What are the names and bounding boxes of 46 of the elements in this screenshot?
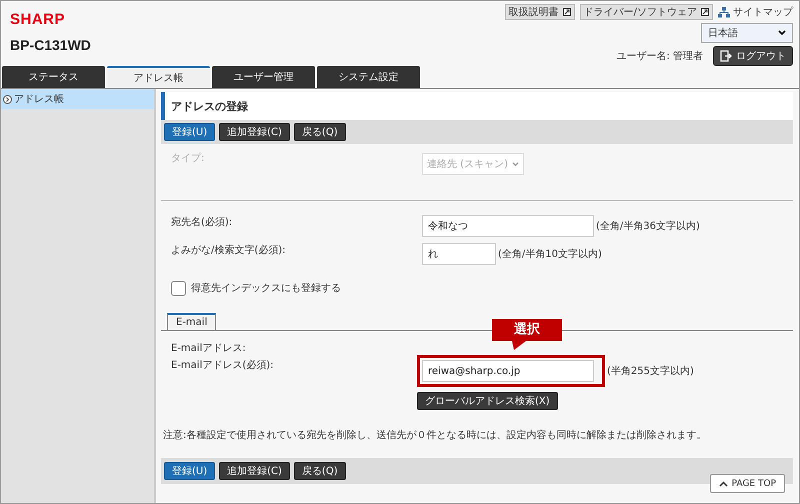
field-label: よみがな/検索文字(必須): — [170, 244, 287, 257]
chevron-down-icon — [512, 162, 519, 166]
field-hint: (全角/半角36文字以内) — [596, 220, 700, 233]
sitemap-link[interactable]: サイトマップ — [718, 5, 793, 19]
external-link-icon — [562, 8, 571, 16]
callout-pointer-icon — [512, 341, 526, 350]
nav-tab[interactable]: アドレス帳 — [107, 66, 210, 88]
email-tab[interactable]: E-mail — [167, 313, 216, 330]
logout-icon — [720, 50, 732, 62]
sidebar-item[interactable]: アドレス帳 — [1, 89, 154, 109]
toolbar-button[interactable]: 追加登録(C) — [219, 123, 290, 141]
chevron-right-icon — [3, 94, 12, 104]
checkbox-label: 得意先インデックスにも登録する — [191, 282, 341, 295]
manual-link[interactable]: 取扱説明書 — [504, 4, 575, 20]
page-top-button[interactable]: PAGE TOP — [710, 474, 785, 493]
logout-button[interactable]: ログアウト — [713, 46, 793, 66]
page-title: アドレスの登録 — [161, 92, 793, 120]
language-select[interactable]: 日本語 — [701, 23, 793, 43]
field-label: タイプ: — [170, 152, 206, 165]
toolbar-button[interactable]: 登録(U) — [164, 123, 216, 141]
nav-tab[interactable]: ユーザー管理 — [212, 66, 315, 88]
sitemap-icon — [718, 6, 730, 18]
section-label: E-mailアドレス: — [170, 343, 246, 354]
toolbar-button[interactable]: 戻る(Q) — [294, 123, 346, 141]
toolbar-button[interactable]: 追加登録(C) — [219, 462, 290, 480]
external-link-icon — [701, 8, 709, 16]
email-field[interactable]: reiwa@sharp.co.jp — [422, 360, 594, 382]
text-field[interactable]: れ — [422, 243, 496, 265]
model-name: BP-C131WD — [10, 37, 91, 53]
toolbar-button[interactable]: 登録(U) — [164, 462, 216, 480]
checkbox[interactable] — [171, 280, 186, 296]
global-search-button[interactable]: グローバルアドレス検索(X) — [417, 392, 558, 410]
chevron-down-icon — [778, 30, 786, 36]
manual-link[interactable]: ドライバー/ソフトウェア — [580, 4, 713, 20]
field-label: 宛先名(必須): — [170, 216, 234, 229]
chevron-up-icon — [718, 480, 728, 486]
text-field[interactable]: 令和なつ — [422, 215, 594, 237]
nav-tab[interactable]: ステータス — [2, 66, 105, 88]
logo: SHARP — [10, 11, 66, 28]
field-hint: (全角/半角10文字以内) — [498, 248, 602, 261]
toolbar-button[interactable]: 戻る(Q) — [294, 462, 346, 480]
field-label: E-mailアドレス(必須): — [170, 358, 275, 372]
field-hint: (半角255文字以内) — [607, 364, 694, 378]
note-text: 注意:各種設定で使用されている宛先を削除し、送信先が０件となる時には、設定内容も同時に解除または削除されます。 — [162, 428, 708, 442]
nav-tab[interactable]: システム設定 — [317, 66, 420, 88]
user-name: ユーザー名: 管理者 — [616, 50, 703, 63]
